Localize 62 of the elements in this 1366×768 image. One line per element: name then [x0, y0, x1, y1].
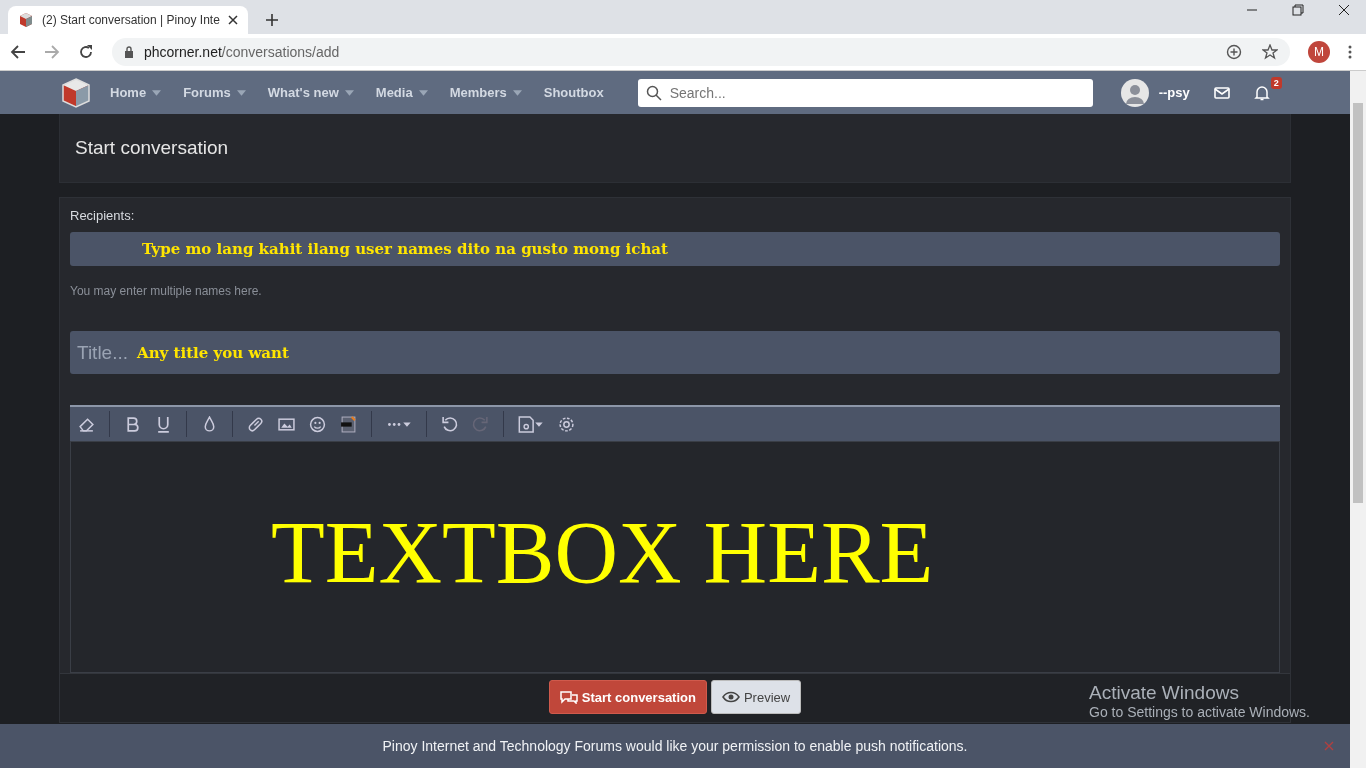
preview-button[interactable]: Preview: [710, 680, 802, 714]
caret-icon: [236, 89, 246, 96]
plus-circle-icon[interactable]: [1226, 44, 1242, 60]
title-field[interactable]: Title... Any title you want: [70, 331, 1280, 374]
message-editor[interactable]: TEXTBOX HERE: [70, 441, 1280, 673]
restore-icon[interactable]: [1292, 4, 1304, 16]
profile-avatar[interactable]: M: [1308, 41, 1330, 63]
nav-link[interactable]: Home: [110, 85, 162, 100]
nav-link[interactable]: Forums: [183, 85, 246, 100]
bold-icon[interactable]: [124, 415, 141, 433]
browser-tab[interactable]: (2) Start conversation | Pinoy Inte: [8, 6, 248, 34]
close-icon[interactable]: [228, 15, 238, 25]
document-icon[interactable]: [340, 415, 357, 433]
start-conversation-button[interactable]: Start conversation: [548, 680, 707, 714]
bell-icon[interactable]: [1253, 84, 1270, 101]
username[interactable]: --psy: [1158, 85, 1190, 100]
notification-badge: 2: [1270, 76, 1282, 89]
menu-icon[interactable]: [1348, 44, 1352, 60]
nav-link[interactable]: Shoutbox: [543, 85, 604, 100]
image-icon[interactable]: [278, 415, 295, 433]
cube-icon: [18, 12, 34, 28]
eye-icon: [721, 690, 740, 704]
lock-icon: [124, 46, 134, 58]
undo-icon[interactable]: [441, 415, 458, 433]
caret-icon: [512, 89, 522, 96]
smiley-icon[interactable]: [309, 415, 326, 433]
back-arrow-icon[interactable]: [10, 44, 26, 60]
activation-message: Go to Settings to activate Windows.: [1089, 704, 1310, 720]
envelope-icon[interactable]: [1213, 85, 1230, 100]
annotation-text: Type mo lang kahit ilang user names dito na gusto mong ichat: [142, 240, 668, 258]
tab-title: (2) Start conversation | Pinoy Inte: [42, 13, 220, 27]
settings-icon[interactable]: [558, 415, 575, 433]
eraser-icon[interactable]: [78, 415, 95, 433]
search-icon: [645, 84, 662, 101]
nav-link[interactable]: Members: [449, 85, 522, 100]
nav-link[interactable]: Media: [375, 85, 428, 100]
underline-icon[interactable]: [155, 415, 172, 433]
close-icon[interactable]: [1338, 4, 1350, 16]
cube-logo-icon[interactable]: [60, 76, 92, 109]
url-text: phcorner.net/conversations/add: [144, 44, 340, 60]
recipients-label: Recipients:: [70, 208, 136, 223]
page-title: Start conversation: [75, 137, 229, 159]
star-icon[interactable]: [1262, 44, 1278, 60]
address-bar[interactable]: phcorner.net/conversations/add: [112, 38, 1290, 66]
speech-bubbles-icon: [559, 690, 578, 704]
caret-icon: [418, 89, 428, 96]
scrollbar[interactable]: [1350, 71, 1366, 768]
field-hint: You may enter multiple names here.: [70, 284, 263, 298]
title-placeholder: Title...: [77, 341, 129, 364]
activation-title: Activate Windows: [1089, 682, 1240, 704]
recipients-field[interactable]: Type mo lang kahit ilang user names dito na gusto mong ichat: [70, 232, 1280, 266]
nav-link[interactable]: What's new: [267, 85, 354, 100]
reload-icon[interactable]: [78, 44, 94, 60]
caret-icon: [152, 89, 162, 96]
banner-text: Pinoy Internet and Technology Forums would like your permission to enable push notifications.: [382, 738, 968, 754]
caret-icon: [344, 89, 354, 96]
save-icon[interactable]: [518, 415, 544, 433]
annotation-text: Any title you want: [137, 343, 289, 362]
annotation-text: TEXTBOX HERE: [271, 502, 934, 603]
search-field[interactable]: Search...: [637, 78, 1093, 107]
user-avatar[interactable]: [1120, 78, 1149, 107]
new-tab-icon[interactable]: [266, 14, 278, 26]
